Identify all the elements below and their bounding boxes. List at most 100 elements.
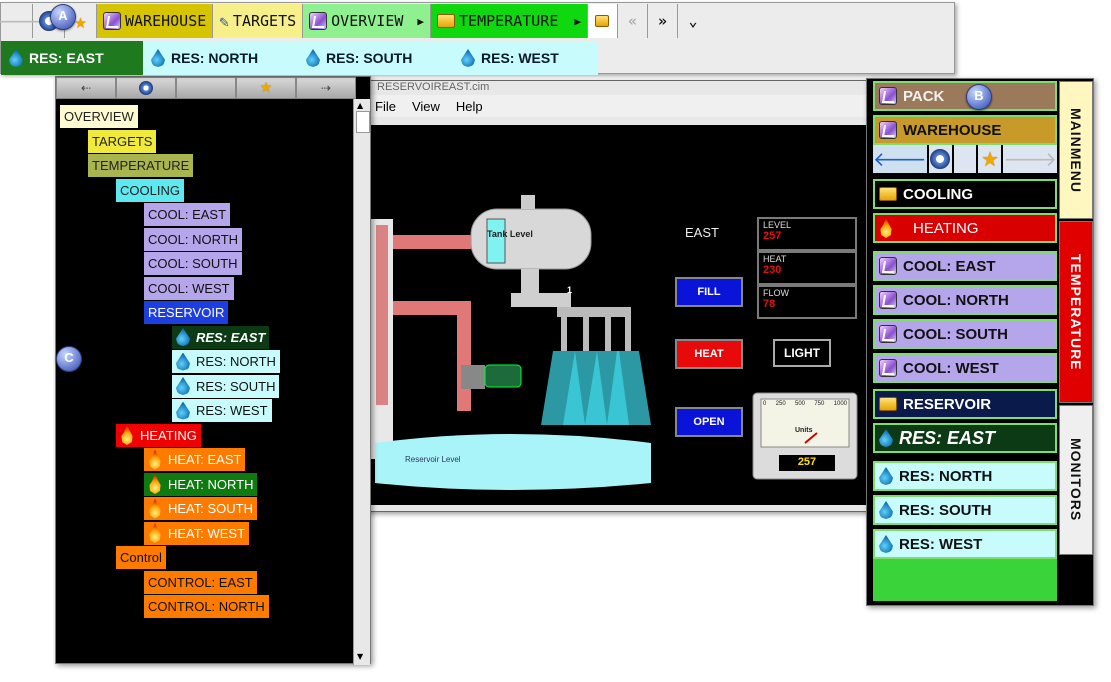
nav-item[interactable]: COOLING [873, 179, 1057, 209]
tab-overview[interactable]: OVERVIEW ▶ [303, 4, 432, 38]
tree-item[interactable]: CONTROL: NORTH [144, 595, 269, 618]
toolbar-row-2: RES: EAST RES: NORTH RES: SOUTH RES: WES… [1, 41, 954, 75]
water-drop-icon [879, 429, 893, 447]
fill-button[interactable]: FILL [675, 277, 743, 307]
tree-scrollbar[interactable]: ▲ ▼ [353, 99, 370, 665]
tree-item[interactable]: HEAT: SOUTH [144, 497, 257, 520]
tree-item-label: COOL: EAST [148, 207, 227, 222]
tab-mainmenu[interactable]: MAINMENU [1059, 81, 1093, 219]
pump-housing [461, 365, 485, 389]
tree-item[interactable]: CONTROL: EAST [144, 570, 257, 594]
gauge-tick: 750 [814, 401, 825, 407]
tree-item[interactable]: HEAT: WEST [144, 521, 250, 545]
top-toolbar: 🡐 ★ WAREHOUSE ✎ TARGETS OVERVIEW ▶ TEMPERA… [0, 2, 955, 75]
nav-item-label: PACK [903, 87, 945, 105]
nav-item-label: COOL: WEST [903, 359, 999, 377]
nav-item[interactable]: RES: SOUTH [873, 495, 1057, 525]
tab-temperature[interactable]: TEMPERATURE ▶ [431, 4, 588, 38]
tree-back-button[interactable]: ⇠ [56, 77, 116, 99]
nav-item[interactable]: RES: WEST [873, 529, 1057, 559]
tab-res-east[interactable]: RES: EAST [1, 41, 143, 75]
tab-res-north[interactable]: RES: NORTH [143, 41, 298, 75]
tree-item[interactable]: RES: WEST [172, 399, 272, 422]
scrollbar-thumb[interactable] [356, 111, 370, 133]
tree-item[interactable]: Control [116, 546, 166, 569]
nav-history-button[interactable] [928, 145, 952, 173]
flask-icon [879, 121, 897, 139]
tab-temperature[interactable]: TEMPERATURE [1059, 221, 1093, 403]
tree-item[interactable]: OVERVIEW [60, 105, 138, 128]
tree-favorites-button[interactable]: ★ [236, 77, 296, 99]
tree-item[interactable]: COOLING [116, 178, 184, 202]
tab-monitors-label: MONITORS [1068, 438, 1084, 522]
tree-item-label: CONTROL: EAST [148, 574, 253, 590]
tree-item[interactable]: HEAT: NORTH [144, 472, 258, 496]
tree-item-label: TARGETS [92, 133, 153, 149]
nav-item[interactable]: HEATING [873, 213, 1057, 243]
nav-item[interactable]: COOL: SOUTH [873, 319, 1057, 349]
gauge-tick: 0 [763, 401, 767, 407]
tree-item[interactable]: COOL: NORTH [144, 227, 243, 251]
tree-item[interactable]: RES: NORTH [172, 350, 280, 373]
dropdown-button[interactable]: ⌄ [678, 4, 708, 38]
nav-forward-button[interactable]: 🡒 [1003, 145, 1057, 173]
tree-item[interactable]: RES: EAST [172, 325, 270, 349]
tab-res-south[interactable]: RES: SOUTH [298, 41, 453, 75]
water-drop-icon [151, 49, 165, 67]
nav-item-label: COOL: EAST [903, 257, 996, 275]
scroll-left-button[interactable]: « [618, 4, 648, 38]
tree-item[interactable]: RESERVOIR [144, 301, 229, 324]
scroll-down-icon[interactable]: ▼ [357, 652, 363, 661]
clock-icon [930, 149, 951, 169]
tree-item[interactable]: HEAT: EAST [144, 448, 246, 471]
tab-warehouse[interactable]: WAREHOUSE [97, 4, 214, 38]
nav-item[interactable]: PACK [873, 81, 1057, 111]
nav-item[interactable]: COOL: EAST [873, 251, 1057, 281]
scroll-right-button[interactable]: » [648, 4, 678, 38]
nav-item[interactable]: COOL: WEST [873, 353, 1057, 383]
back-button[interactable]: 🡐 [0, 4, 43, 38]
tree-forward-button[interactable]: ⇢ [296, 77, 356, 99]
light-button[interactable]: LIGHT [773, 339, 831, 367]
flask-icon [879, 87, 897, 105]
readout-level: LEVEL 257 [757, 217, 857, 251]
flame-icon [121, 425, 133, 445]
tree-item-label: RES: NORTH [196, 354, 276, 369]
tree-item[interactable]: RES: SOUTH [172, 374, 280, 398]
nav-item[interactable]: RESERVOIR [873, 389, 1057, 419]
tree-item-label: RESERVOIR [148, 305, 225, 320]
tree-item[interactable]: TEMPERATURE [88, 154, 194, 177]
tab-res-west[interactable]: RES: WEST [453, 41, 598, 75]
tree-item[interactable]: COOL: WEST [144, 276, 234, 300]
tree-item[interactable]: COOL: SOUTH [144, 252, 242, 275]
pump-motor [484, 364, 522, 388]
heat-button[interactable]: HEAT [675, 339, 743, 369]
overflow-page-button[interactable] [587, 4, 618, 38]
tab-res-east-label: RES: EAST [29, 50, 104, 66]
tree-history-button[interactable] [116, 77, 176, 99]
nav-blank-button[interactable] [953, 145, 977, 173]
main-menu-panel: PACK WAREHOUSE COOLING HEATING COOL: EAST COO… [866, 78, 1094, 606]
nav-item-label: RES: WEST [899, 535, 983, 553]
tree-blank-button[interactable] [176, 77, 236, 99]
nav-back-button[interactable]: 🡐 [873, 145, 927, 173]
tab-monitors[interactable]: MONITORS [1059, 405, 1093, 555]
scroll-up-icon[interactable]: ▲ [357, 101, 363, 110]
menu-view[interactable]: View [412, 99, 440, 114]
nav-favorites-button[interactable]: ★ [978, 145, 1002, 173]
open-button[interactable]: OPEN [675, 407, 743, 437]
nav-item[interactable]: COOL: NORTH [873, 285, 1057, 315]
tree-item[interactable]: COOL: EAST [144, 203, 231, 226]
nav-item[interactable]: RES: EAST [873, 423, 1057, 453]
tree-item[interactable]: TARGETS [88, 129, 157, 153]
tree-item-label: HEATING [140, 427, 197, 443]
menu-help[interactable]: Help [456, 99, 483, 114]
forward-arrow-icon: 🡒 [1003, 147, 1057, 171]
tree-item[interactable]: HEATING [116, 423, 201, 447]
gauge-tick: 250 [775, 401, 786, 407]
menu-file[interactable]: File [375, 99, 396, 114]
readout-flow-value: 78 [763, 298, 776, 310]
nav-item[interactable]: WAREHOUSE [873, 115, 1057, 145]
tab-targets[interactable]: ✎ TARGETS [213, 4, 304, 38]
nav-item[interactable]: RES: NORTH [873, 461, 1057, 491]
